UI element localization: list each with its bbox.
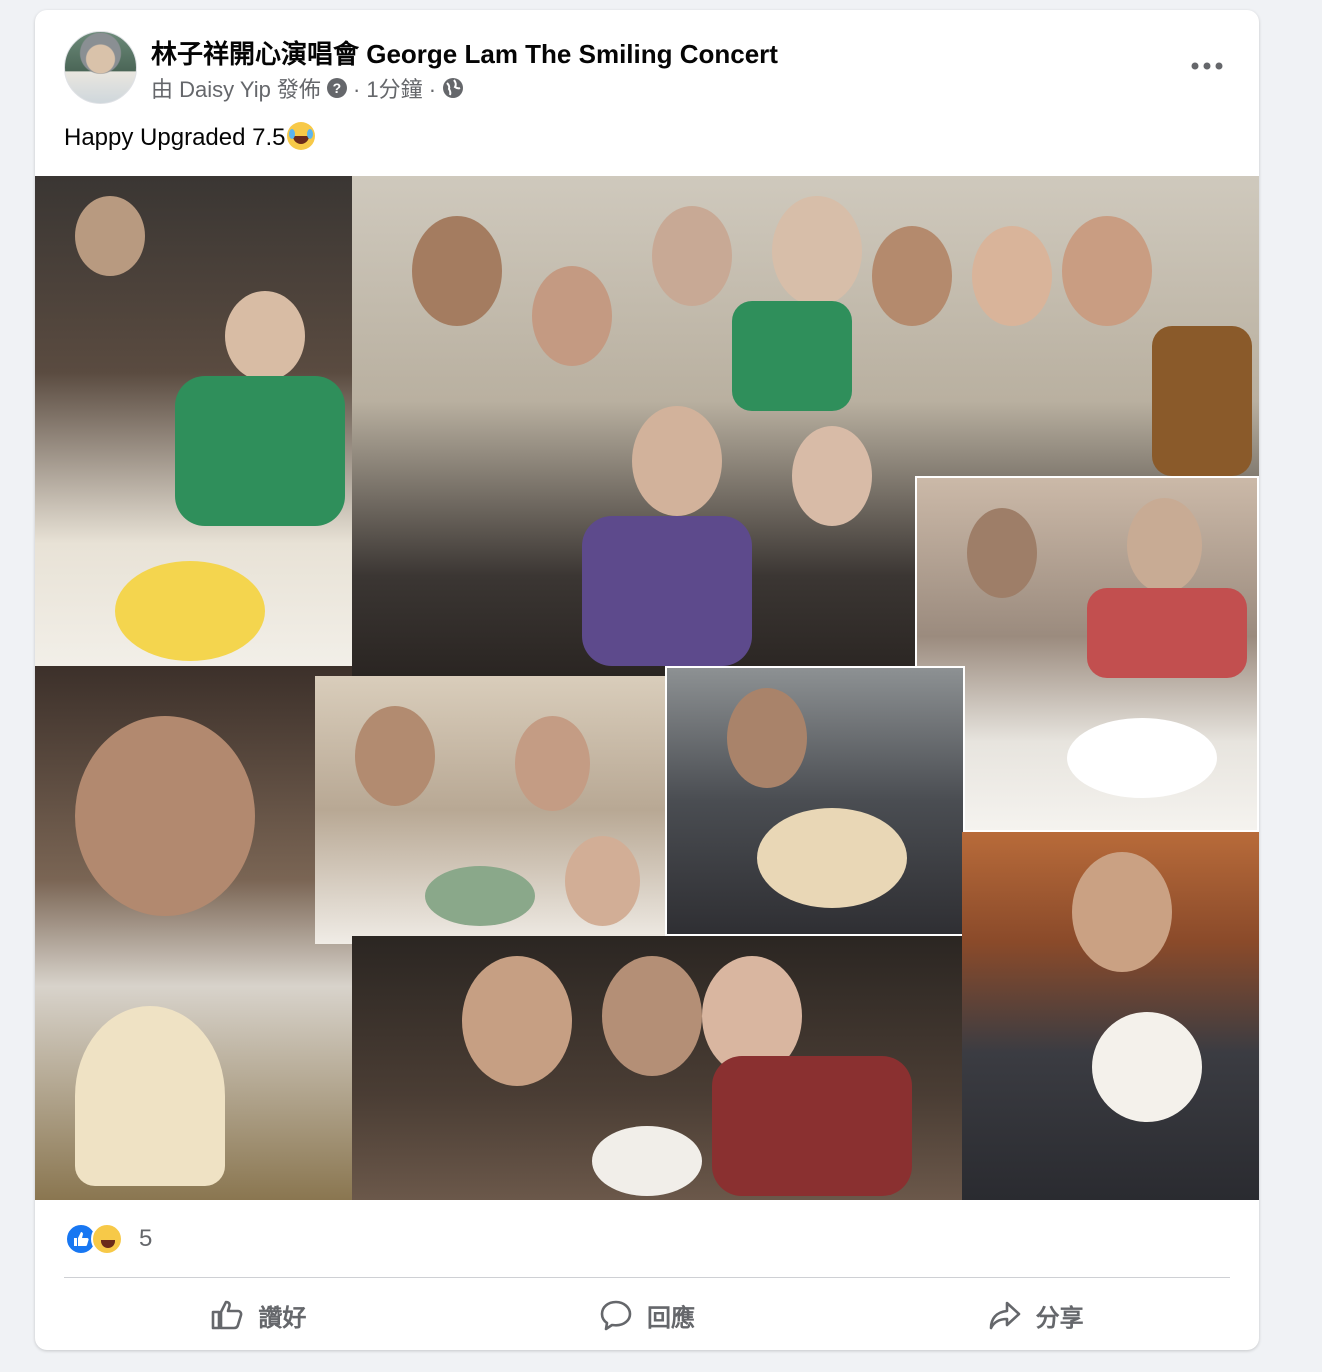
thumbs-up-icon: [212, 1300, 243, 1330]
share-icon: [989, 1301, 1020, 1330]
like-label: 讚好: [258, 1304, 307, 1332]
globe-icon: [442, 77, 464, 99]
question-icon[interactable]: ?: [326, 78, 347, 98]
share-label: 分享: [1035, 1304, 1084, 1332]
photo-tile[interactable]: [352, 936, 962, 1200]
photo-tile[interactable]: [665, 666, 965, 936]
photo-tile[interactable]: [35, 176, 352, 666]
photo-tile[interactable]: [35, 666, 352, 1200]
comment-label: 回應: [647, 1304, 695, 1332]
like-button[interactable]: 讚好: [64, 1286, 453, 1344]
divider: [64, 1277, 1230, 1278]
posted-by-text: 由 Daisy Yip 發佈: [151, 77, 321, 102]
page-avatar[interactable]: [64, 31, 137, 104]
photo-tile[interactable]: [962, 832, 1259, 1200]
post-header: 林子祥開心演唱會 George Lam The Smiling Concert …: [35, 10, 1259, 120]
comment-button[interactable]: 回應: [453, 1286, 842, 1344]
more-options-button[interactable]: [1185, 48, 1229, 84]
photo-tile[interactable]: [315, 676, 665, 944]
reaction-count[interactable]: 5: [139, 1225, 152, 1253]
comment-icon: [600, 1300, 632, 1331]
ellipsis-icon: [1191, 62, 1223, 70]
laughing-crying-emoji-icon: [287, 122, 316, 150]
photo-tile[interactable]: [915, 476, 1259, 832]
photo-collage[interactable]: [35, 176, 1259, 1200]
post-text: Happy Upgraded 7.5: [64, 122, 316, 152]
action-bar: 讚好 回應 分享: [64, 1286, 1230, 1344]
share-button[interactable]: 分享: [841, 1286, 1230, 1344]
page-name-link[interactable]: 林子祥開心演唱會 George Lam The Smiling Concert: [151, 34, 778, 71]
post-text-content: Happy Upgraded 7.5: [64, 124, 286, 151]
post-card: 林子祥開心演唱會 George Lam The Smiling Concert …: [35, 10, 1259, 1350]
timestamp[interactable]: · 1分鐘 ·: [353, 72, 436, 104]
haha-icon: [91, 1223, 123, 1255]
post-meta: 由 Daisy Yip 發佈 ? · 1分鐘 ·: [151, 72, 464, 104]
reaction-summary[interactable]: 5: [65, 1222, 152, 1256]
